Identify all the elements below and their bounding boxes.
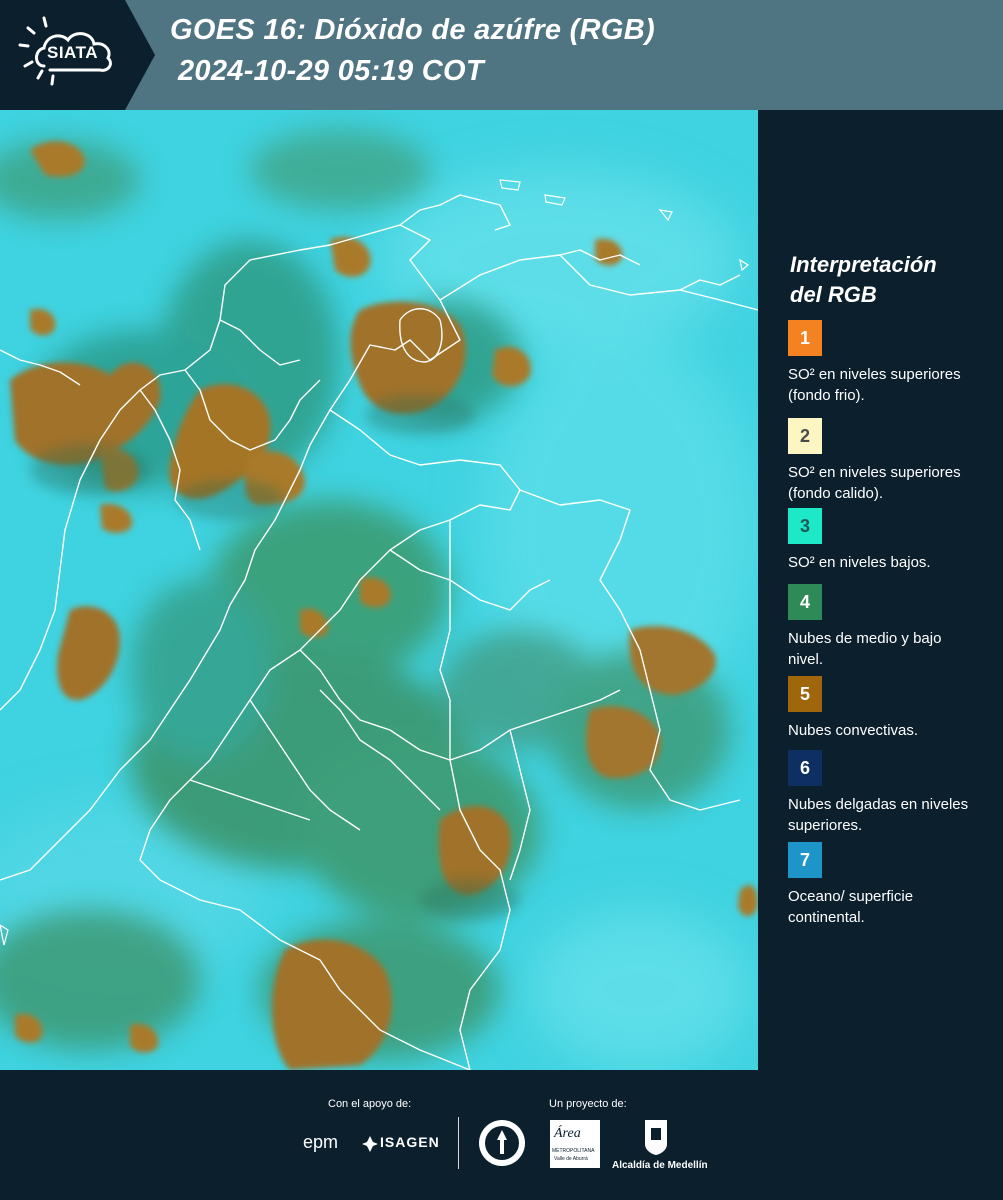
legend-title-line1: Interpretación <box>790 252 937 277</box>
legend-item-5: 5 Nubes convectivas. <box>788 676 978 741</box>
isagen-text: ISAGEN <box>380 1134 440 1150</box>
area-logo-sub: METROPOLITANA <box>552 1148 595 1154</box>
alcaldia-shield-icon <box>645 1120 667 1155</box>
footer-divider <box>458 1117 459 1169</box>
page-title: GOES 16: Dióxido de azúfre (RGB) <box>170 14 655 46</box>
legend-swatch-7: 7 <box>788 842 822 878</box>
legend-swatch-5: 5 <box>788 676 822 712</box>
legend-item-2: 2 SO² en niveles superiores (fondo calid… <box>788 418 978 506</box>
project-label: Un proyecto de: <box>549 1098 627 1110</box>
legend-label-6: Nubes delgadas en niveles superiores. <box>788 796 969 834</box>
legend-panel: Interpretación del RGB 1 SO² en niveles … <box>758 110 1003 1070</box>
support-label: Con el apoyo de: <box>328 1098 412 1110</box>
legend-swatch-1: 1 <box>788 320 822 356</box>
legend-label-7: Oceano/ superficie continental. <box>788 888 914 926</box>
legend-label-5: Nubes convectivas. <box>788 722 919 739</box>
legend-swatch-4: 4 <box>788 584 822 620</box>
legend-label-2: SO² en niveles superiores (fondo calido)… <box>788 464 961 502</box>
legend-item-6: 6 Nubes delgadas en niveles superiores. <box>788 750 978 836</box>
epm-logo: epm <box>303 1132 339 1152</box>
page-timestamp: 2024-10-29 05:19 COT <box>178 55 484 87</box>
siata-logo: SIATA <box>0 0 155 110</box>
logo-text: SIATA <box>47 43 98 62</box>
medellin-seal-icon <box>479 1120 525 1166</box>
satellite-map[interactable] <box>0 110 758 1070</box>
area-logo-sub2: Valle de Aburrá <box>554 1156 588 1162</box>
isagen-icon <box>362 1136 378 1152</box>
footer: Con el apoyo de: Un proyecto de: epm ISA… <box>0 1070 1003 1200</box>
area-metropolitana-logo: Área METROPOLITANA Valle de Aburrá <box>550 1120 600 1168</box>
legend-swatch-3: 3 <box>788 508 822 544</box>
legend-item-3: 3 SO² en niveles bajos. <box>788 508 978 573</box>
legend-label-1: SO² en niveles superiores (fondo frio). <box>788 366 961 404</box>
legend-item-1: 1 SO² en niveles superiores (fondo frio)… <box>788 320 978 406</box>
legend-item-7: 7 Oceano/ superficie continental. <box>788 842 978 928</box>
so2-rgb-image <box>0 110 758 1070</box>
legend-label-4: Nubes de medio y bajo nivel. <box>788 630 942 668</box>
legend-swatch-2: 2 <box>788 418 822 454</box>
legend-item-4: 4 Nubes de medio y bajo nivel. <box>788 584 978 670</box>
area-logo-text: Área <box>554 1126 581 1141</box>
legend-title-line2: del RGB <box>790 282 877 307</box>
legend-swatch-6: 6 <box>788 750 822 786</box>
header-bar: SIATA GOES 16: Dióxido de azúfre (RGB) 2… <box>0 0 1003 110</box>
alcaldia-text: Alcaldía de Medellín <box>612 1160 708 1171</box>
legend-label-3: SO² en niveles bajos. <box>788 554 931 571</box>
legend-title: Interpretación del RGB <box>790 250 990 310</box>
